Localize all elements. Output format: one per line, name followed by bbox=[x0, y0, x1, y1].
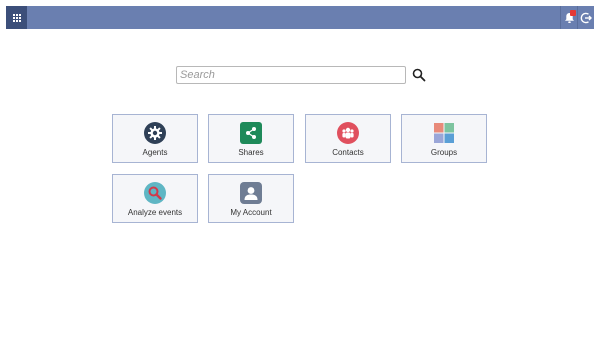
tile-analyze-events[interactable]: Analyze events bbox=[112, 174, 198, 223]
user-icon bbox=[240, 182, 262, 204]
search-icon[interactable] bbox=[412, 68, 426, 82]
tile-label: Analyze events bbox=[127, 208, 183, 217]
gear-icon bbox=[144, 122, 166, 144]
tile-label: Groups bbox=[430, 148, 458, 157]
tile-contacts[interactable]: Contacts bbox=[305, 114, 391, 163]
tile-groups[interactable]: Groups bbox=[401, 114, 487, 163]
search-area bbox=[176, 66, 426, 86]
tile-label: Shares bbox=[238, 148, 264, 157]
logout-icon bbox=[580, 12, 592, 23]
tile-label: My Account bbox=[230, 208, 272, 217]
analyze-icon bbox=[144, 182, 166, 204]
notifications-button[interactable] bbox=[561, 6, 577, 29]
top-bar bbox=[6, 6, 594, 29]
tile-my-account[interactable]: My Account bbox=[208, 174, 294, 223]
search-input[interactable] bbox=[176, 66, 406, 84]
tile-agents[interactable]: Agents bbox=[112, 114, 198, 163]
top-bar-actions bbox=[560, 6, 594, 29]
logout-button[interactable] bbox=[578, 6, 594, 29]
share-icon bbox=[240, 122, 262, 144]
apps-menu-button[interactable] bbox=[6, 6, 27, 29]
tile-label: Agents bbox=[142, 148, 168, 157]
tile-label: Contacts bbox=[332, 148, 364, 157]
tile-shares[interactable]: Shares bbox=[208, 114, 294, 163]
groups-icon bbox=[433, 122, 455, 144]
contacts-icon bbox=[337, 122, 359, 144]
apps-grid-icon bbox=[12, 13, 21, 22]
notification-badge bbox=[570, 10, 576, 16]
